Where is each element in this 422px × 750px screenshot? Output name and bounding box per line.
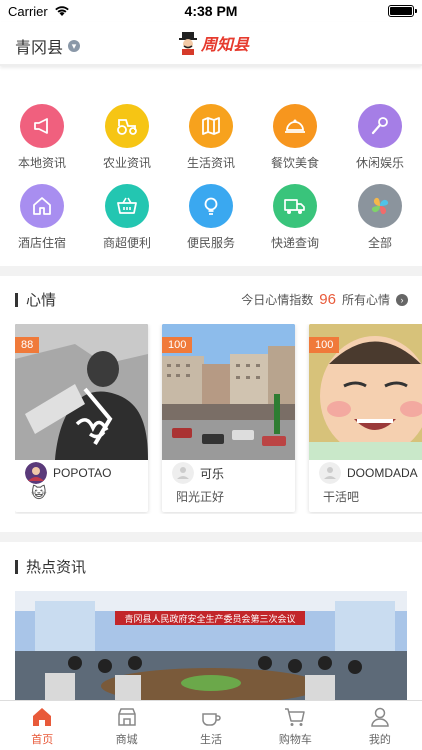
status-time: 4:38 PM xyxy=(184,3,238,19)
avatar xyxy=(172,462,194,484)
grid-item-hotel[interactable]: 酒店住宿 xyxy=(7,184,77,251)
mood-text: 阳光正好 xyxy=(176,490,225,504)
grid-item-entertainment[interactable]: 休闲娱乐 xyxy=(345,104,415,171)
mood-index-label: 今日心情指数 xyxy=(241,293,314,307)
mood-score-badge: 100 xyxy=(309,337,340,353)
mood-score-badge: 100 xyxy=(162,337,193,353)
news-banner[interactable]: 青冈县人民政府安全生产委员会第三次会议 xyxy=(15,591,407,701)
section-divider xyxy=(0,266,422,276)
grid-item-supermarket[interactable]: 商超便利 xyxy=(92,184,162,251)
mood-card[interactable]: 88 POPOTAO 😺 xyxy=(15,324,148,512)
tab-label: 首页 xyxy=(31,734,54,746)
battery-icon xyxy=(388,5,417,17)
banner-text: 青冈县人民政府安全生产委员会第三次会议 xyxy=(124,613,295,625)
user-name: 可乐 xyxy=(200,466,225,481)
all-grid-icon xyxy=(358,184,402,228)
basket-icon xyxy=(105,184,149,228)
tab-label: 商城 xyxy=(115,734,138,746)
grid-label: 餐饮美食 xyxy=(270,156,319,170)
grid-item-all[interactable]: 全部 xyxy=(345,184,415,251)
news-title: 热点资讯 xyxy=(26,559,87,576)
all-moods-link[interactable]: 所有心情 xyxy=(342,291,390,308)
grid-label: 全部 xyxy=(367,236,392,250)
tab-label: 购物车 xyxy=(278,734,312,746)
grid-label: 休闲娱乐 xyxy=(355,156,404,170)
grid-item-express[interactable]: 快递查询 xyxy=(260,184,330,251)
mood-cards: 88 POPOTAO 😺 100 可乐 阳光正好 100 DOOMDADA 干活… xyxy=(15,324,422,514)
mood-title: 心情 xyxy=(26,292,57,309)
user-name: POPOTAO xyxy=(53,466,112,480)
tab-label: 生活 xyxy=(200,734,223,746)
grid-label: 便民服务 xyxy=(186,236,235,250)
house-icon xyxy=(20,184,64,228)
tab-bar: 首页 商城 生活 购物车 我的 xyxy=(0,700,422,750)
mood-text: 😺 xyxy=(31,485,47,502)
app-logo: 周知县 xyxy=(178,31,249,55)
tab-cart[interactable]: 购物车 xyxy=(253,701,337,750)
chevron-right-icon: › xyxy=(396,293,408,306)
grid-item-food[interactable]: 餐饮美食 xyxy=(260,104,330,171)
mood-index-value: 96 xyxy=(319,291,336,308)
mood-section-title: 心情 xyxy=(15,289,56,310)
shop-icon xyxy=(117,708,136,726)
home-icon xyxy=(33,708,52,726)
grid-label: 农业资讯 xyxy=(102,156,151,170)
avatar xyxy=(319,462,341,484)
section-divider xyxy=(0,532,422,542)
grid-item-services[interactable]: 便民服务 xyxy=(176,184,246,251)
tab-shop[interactable]: 商城 xyxy=(84,701,168,750)
mood-photo: 88 xyxy=(15,324,148,460)
avatar xyxy=(25,462,47,484)
cart-icon xyxy=(285,708,306,726)
mood-card[interactable]: 100 DOOMDADA 干活吧 xyxy=(309,324,422,512)
mood-text: 干活吧 xyxy=(323,490,360,504)
mood-photo: 100 xyxy=(162,324,295,460)
grid-item-local-news[interactable]: 本地资讯 xyxy=(7,104,77,171)
grid-label: 生活资讯 xyxy=(186,156,235,170)
grid-label: 酒店住宿 xyxy=(17,236,66,250)
grid-item-life-news[interactable]: 生活资讯 xyxy=(176,104,246,171)
mascot-icon xyxy=(179,32,197,55)
card-user[interactable]: 可乐 xyxy=(172,462,224,484)
news-section-title: 热点资讯 xyxy=(15,556,86,577)
location-selector[interactable]: 青冈县 ▾ xyxy=(15,34,81,58)
grid-label: 本地资讯 xyxy=(17,156,66,170)
mood-score-badge: 88 xyxy=(15,337,40,353)
tab-label: 我的 xyxy=(368,734,391,746)
microphone-icon xyxy=(358,104,402,148)
card-user[interactable]: POPOTAO xyxy=(25,462,111,484)
location-label: 青冈县 xyxy=(15,40,64,57)
tractor-icon xyxy=(105,104,149,148)
status-bar: Carrier 4:38 PM xyxy=(0,0,422,22)
card-user[interactable]: DOOMDADA xyxy=(319,462,418,484)
map-icon xyxy=(189,104,233,148)
user-icon xyxy=(371,707,389,727)
megaphone-icon xyxy=(20,104,64,148)
app-header: 青冈县 ▾ 周知县 xyxy=(0,22,422,66)
mood-meta[interactable]: 今日心情指数 96 所有心情 › xyxy=(241,291,408,308)
grid-label: 快递查询 xyxy=(270,236,319,250)
mood-card[interactable]: 100 可乐 阳光正好 xyxy=(162,324,295,512)
tab-life[interactable]: 生活 xyxy=(169,701,253,750)
logo-text: 周知县 xyxy=(201,37,250,54)
tab-profile[interactable]: 我的 xyxy=(338,701,422,750)
user-name: DOOMDADA xyxy=(347,466,418,480)
grid-item-agri-news[interactable]: 农业资讯 xyxy=(92,104,162,171)
cup-icon xyxy=(202,713,221,726)
tab-home[interactable]: 首页 xyxy=(0,701,84,750)
chevron-down-icon: ▾ xyxy=(68,40,81,52)
mood-photo: 100 xyxy=(309,324,422,460)
grid-label: 商超便利 xyxy=(102,236,151,250)
cloche-icon xyxy=(273,104,317,148)
lightbulb-icon xyxy=(189,184,233,228)
truck-icon xyxy=(273,184,317,228)
